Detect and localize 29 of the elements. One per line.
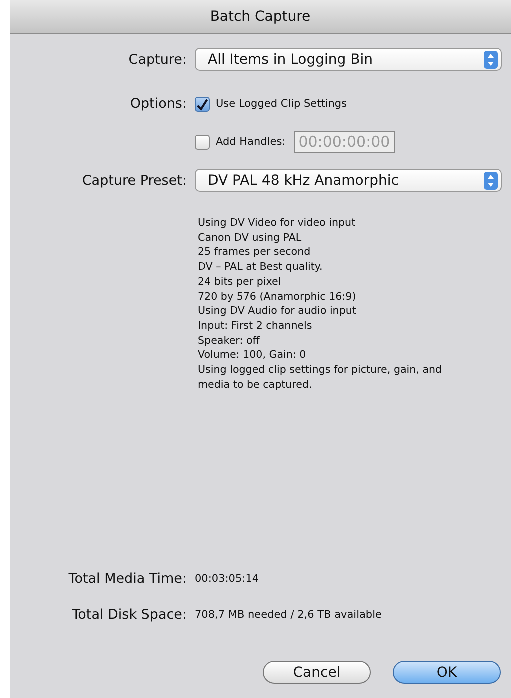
preset-label: Capture Preset: bbox=[81, 172, 187, 188]
total-value: 00:03:05:14 bbox=[195, 573, 260, 585]
description-line: Canon DV using PAL bbox=[198, 230, 303, 246]
total-value: 708,7 MB needed / 2,6 TB available bbox=[195, 609, 382, 621]
description-line: DV – PAL at Best quality. bbox=[198, 260, 324, 275]
description-line: Using DV Audio for audio input bbox=[198, 304, 358, 319]
description-line: 720 by 576 (Anamorphic 16:9) bbox=[198, 290, 358, 304]
description-line: Volume: 100, Gain: 0 bbox=[198, 348, 308, 364]
stepper-arrows-icon bbox=[484, 172, 498, 190]
capture-label: Capture: bbox=[128, 52, 187, 68]
description-line: Speaker: off bbox=[198, 334, 261, 348]
checkbox-label: Add Handles: bbox=[216, 136, 286, 148]
description-line: Input: First 2 channels bbox=[198, 318, 314, 334]
description-line: Using logged clip settings for picture, gain, and bbox=[198, 363, 444, 378]
stepper-arrows-icon bbox=[484, 50, 498, 68]
ok-button[interactable]: OK bbox=[393, 661, 501, 684]
options-label: Options: bbox=[130, 96, 187, 112]
total-label: Total Media Time: bbox=[68, 571, 187, 587]
window-title: Batch Capture bbox=[210, 8, 311, 24]
preset-dropdown[interactable]: DV PAL 48 kHz Anamorphic bbox=[195, 169, 502, 192]
checkbox[interactable] bbox=[195, 96, 210, 112]
description-line: 25 frames per second bbox=[198, 245, 312, 260]
description-line: 24 bits per pixel bbox=[198, 274, 282, 290]
capture-dropdown[interactable]: All Items in Logging Bin bbox=[195, 48, 502, 71]
cancel-button[interactable]: Cancel bbox=[263, 661, 371, 684]
checkbox-label: Use Logged Clip Settings bbox=[216, 98, 348, 110]
description-line: media to be captured. bbox=[198, 378, 314, 392]
description-line: Using DV Video for video input bbox=[198, 216, 357, 231]
total-label: Total Disk Space: bbox=[71, 607, 187, 623]
